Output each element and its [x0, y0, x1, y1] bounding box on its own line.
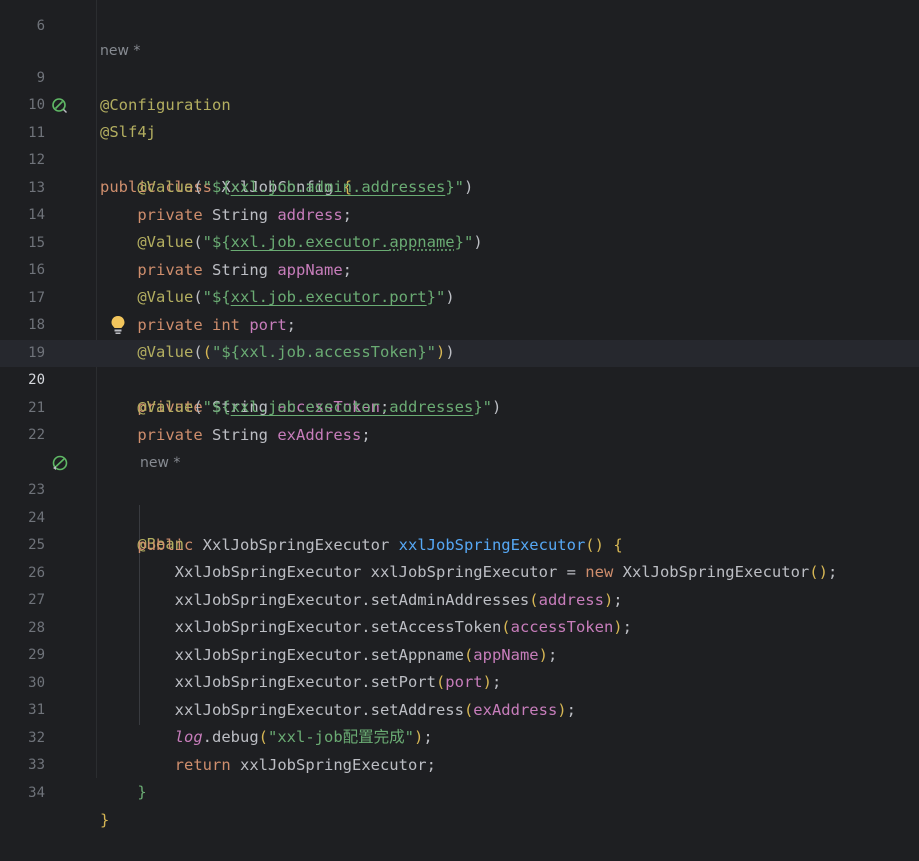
code-line[interactable]: 21 private String exAddress;	[0, 368, 919, 444]
line-number: 34	[28, 785, 45, 801]
code-line[interactable]: 13 private String address;	[0, 148, 919, 224]
code-line[interactable]: 34 }	[0, 753, 919, 829]
code-line[interactable]: 32 return xxlJobSpringExecutor;	[0, 698, 919, 774]
code-line[interactable]: 27 xxlJobSpringExecutor.setAccessToken(a…	[0, 560, 919, 636]
code-line[interactable]: 12 @Value("${xxl.job.admin.addresses}")	[0, 120, 919, 196]
code-line[interactable]: 10 @Slf4j	[0, 65, 919, 141]
code-line[interactable]: 22	[0, 395, 919, 443]
code-line[interactable]: 14 @Value("${xxl.job.executor.appname}")	[0, 175, 919, 251]
bean-config-gutter-icon[interactable]	[52, 98, 68, 114]
code-line[interactable]: 25 XxlJobSpringExecutor xxlJobSpringExec…	[0, 505, 919, 581]
code-line[interactable]: 11 public class XxlJobConfig {	[0, 93, 919, 196]
code-line[interactable]: 30 xxlJobSpringExecutor.setAddress(exAdd…	[0, 643, 919, 719]
code-line: new *	[0, 11, 919, 59]
code-line-current[interactable]: 20 @Value("${xxl.job.executor.addresses}…	[0, 340, 919, 416]
code-line[interactable]: 15 private String appName;	[0, 203, 919, 279]
code-line[interactable]: 28 xxlJobSpringExecutor.setAppname(appNa…	[0, 588, 919, 664]
code-line[interactable]: 9 @Configuration	[0, 38, 919, 114]
code-line[interactable]: 23 @Bean	[0, 450, 919, 553]
code-line[interactable]: 24 public XxlJobSpringExecutor xxlJobSpr…	[0, 478, 919, 554]
code-editor[interactable]: 6 new * 9 @Configuration 10 @Slf4j 11 pu…	[0, 0, 919, 829]
code-line: new *	[0, 423, 919, 471]
code-line[interactable]: 33 }	[0, 725, 919, 801]
intention-bulb-icon[interactable]	[110, 315, 126, 335]
code-line[interactable]: 31 log.debug("xxl-job配置完成");	[0, 670, 919, 746]
code-line[interactable]: 26 xxlJobSpringExecutor.setAdminAddresse…	[0, 533, 919, 609]
code-line[interactable]: 18 @Value(("${xxl.job.accessToken}"))	[0, 285, 919, 361]
code-line[interactable]: 16 @Value("${xxl.job.executor.port}")	[0, 230, 919, 306]
code-line[interactable]: 29 xxlJobSpringExecutor.setPort(port);	[0, 615, 919, 691]
brace: }	[100, 811, 110, 829]
code-line[interactable]: 17 private int port;	[0, 258, 919, 334]
bean-method-gutter-icon[interactable]	[52, 455, 68, 471]
brace: }	[137, 783, 147, 801]
code-line[interactable]: 19 private String accessToken;	[0, 313, 919, 416]
